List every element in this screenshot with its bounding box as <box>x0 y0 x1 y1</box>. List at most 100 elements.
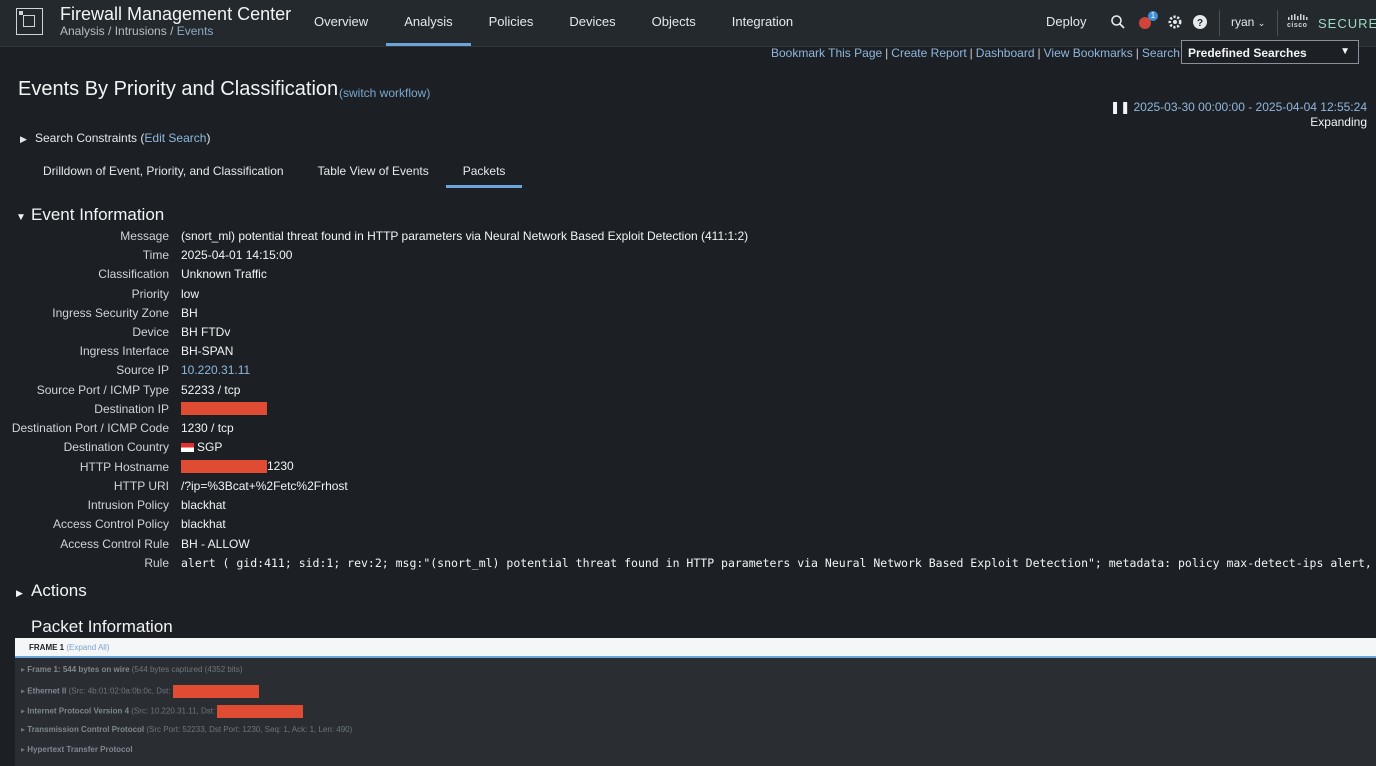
brand-secure: SECURE <box>1318 16 1376 31</box>
link-dashboard[interactable]: Dashboard <box>976 46 1035 60</box>
time-range[interactable]: ❚❚ 2025-03-30 00:00:00 - 2025-04-04 12:5… <box>1110 100 1367 129</box>
access-control-rule-value: BH - ALLOW <box>181 537 250 551</box>
breadcrumb-intrusions[interactable]: Intrusions <box>115 24 167 38</box>
packet-information-header: Packet Information <box>16 617 173 637</box>
tab-packets[interactable]: Packets <box>445 158 523 188</box>
deploy-button[interactable]: Deploy <box>1046 14 1086 29</box>
workflow-tabs: Drilldown of Event, Priority, and Classi… <box>26 158 523 188</box>
link-search[interactable]: Search <box>1142 46 1180 60</box>
intrusion-policy-value: blackhat <box>181 498 226 512</box>
row-title: Transmission Control Protocol <box>27 725 145 734</box>
source-ip-link[interactable]: 10.220.31.11 <box>181 363 250 377</box>
constraints-label: Search Constraints ( <box>35 131 145 145</box>
tab-table-view[interactable]: Table View of Events <box>301 158 446 188</box>
caret-down-icon: ▼ <box>16 212 26 223</box>
field-label: Time <box>142 248 169 262</box>
breadcrumb-events: Events <box>176 24 214 38</box>
nav-integration[interactable]: Integration <box>714 0 811 46</box>
app-title: Firewall Management Center <box>60 4 292 24</box>
redaction-block <box>217 705 304 718</box>
packet-tree-row[interactable]: ▸ Ethernet II (Src: 4b:01:02:0a:0b:0c, D… <box>21 685 259 698</box>
link-bookmark-page[interactable]: Bookmark This Page <box>771 46 882 60</box>
caret-right-icon[interactable]: ▶ <box>20 134 35 145</box>
cisco-logo-icon <box>1288 14 1308 20</box>
field-label: HTTP URI <box>113 479 169 493</box>
predefined-searches-label: Predefined Searches <box>1188 46 1307 60</box>
event-information-title: Event Information <box>31 205 165 224</box>
caret-right-icon: ▸ <box>21 706 26 716</box>
rule-value: alert ( gid:411; sid:1; rev:2; msg:"(sno… <box>181 556 1376 570</box>
search-icon[interactable] <box>1110 14 1126 30</box>
nav-devices[interactable]: Devices <box>551 0 633 46</box>
breadcrumb: Analysis / Intrusions / Events <box>60 24 214 38</box>
time-range-value[interactable]: 2025-03-30 00:00:00 - 2025-04-04 12:55:2… <box>1133 100 1367 114</box>
gear-icon[interactable] <box>1167 14 1183 30</box>
nav-overview[interactable]: Overview <box>296 0 386 46</box>
fmc-logo-icon[interactable] <box>16 8 43 35</box>
page-title: Events By Priority and Classification <box>18 78 339 100</box>
field-label: Message <box>120 229 169 243</box>
nav-objects[interactable]: Objects <box>634 0 714 46</box>
country-code: SGP <box>197 440 223 454</box>
field-label: Source IP <box>116 363 169 377</box>
packet-information-title: Packet Information <box>31 617 173 636</box>
user-menu[interactable]: ryan ⌄ <box>1231 15 1265 29</box>
row-title: Ethernet II <box>27 686 67 696</box>
event-information-header[interactable]: ▼ Event Information <box>16 205 164 225</box>
edit-search-link[interactable]: Edit Search <box>144 131 206 145</box>
singapore-flag-icon <box>181 443 194 453</box>
destination-country-value: SGP <box>181 440 222 454</box>
field-label: Access Control Rule <box>60 537 169 551</box>
field-label: Access Control Policy <box>52 517 169 531</box>
field-label: Destination IP <box>94 402 169 416</box>
field-label: Ingress Security Zone <box>52 306 169 320</box>
packet-view: FRAME 1 (Expand All) ▸ Frame 1: 544 byte… <box>15 638 1376 766</box>
http-hostname-value: 1230 <box>181 459 294 474</box>
field-label: Ingress Interface <box>79 344 169 358</box>
caret-right-icon: ▸ <box>21 725 26 734</box>
actions-header[interactable]: ▶ Actions <box>16 581 87 601</box>
svg-text:?: ? <box>1197 18 1203 29</box>
classification-value: Unknown Traffic <box>181 267 267 281</box>
redaction-block <box>181 402 267 416</box>
nav-analysis[interactable]: Analysis <box>386 0 471 46</box>
packet-tree-row[interactable]: ▸ Transmission Control Protocol (Src Por… <box>21 725 352 734</box>
row-detail: (Src: 10.220.31.11, Dst: <box>131 706 216 716</box>
destination-port-value: 1230 / tcp <box>181 421 234 435</box>
row-title: Hypertext Transfer Protocol <box>27 745 133 754</box>
access-control-policy-value: blackhat <box>181 517 226 531</box>
row-detail: (Src Port: 52233, Dst Port: 1230, Seq: 1… <box>146 725 353 734</box>
row-title: Frame 1: 544 bytes on wire <box>27 665 130 674</box>
packet-tree-row[interactable]: ▸ Internet Protocol Version 4 (Src: 10.2… <box>21 705 304 718</box>
caret-right-icon: ▸ <box>21 665 26 674</box>
field-label: Priority <box>131 287 169 301</box>
field-label: HTTP Hostname <box>79 460 169 474</box>
packet-tree-row[interactable]: ▸ Hypertext Transfer Protocol <box>21 745 133 754</box>
destination-ip-value[interactable] <box>181 401 267 416</box>
top-bar: Firewall Management Center Analysis / In… <box>0 0 1376 47</box>
divider <box>1277 10 1278 36</box>
packet-tree-row[interactable]: ▸ Frame 1: 544 bytes on wire (544 bytes … <box>21 665 242 674</box>
field-label: Destination Port / ICMP Code <box>11 421 169 435</box>
http-uri-value: /?ip=%3Bcat+%2Fetc%2Frhost <box>181 479 348 493</box>
actions-title: Actions <box>31 581 87 600</box>
row-title: Internet Protocol Version 4 <box>27 706 130 716</box>
link-create-report[interactable]: Create Report <box>891 46 966 60</box>
row-detail: (544 bytes captured (4352 bits) <box>131 665 243 674</box>
search-constraints[interactable]: ▶ Search Constraints (Edit Search) <box>20 131 210 145</box>
breadcrumb-analysis[interactable]: Analysis <box>60 24 105 38</box>
field-label: Device <box>132 325 169 339</box>
ingress-zone-value: BH <box>181 306 198 320</box>
tab-drilldown[interactable]: Drilldown of Event, Priority, and Classi… <box>26 158 301 188</box>
help-icon[interactable]: ? <box>1192 14 1208 30</box>
pause-icon[interactable]: ❚❚ <box>1110 100 1130 114</box>
notification-badge: 1 <box>1148 11 1158 21</box>
main-nav: Overview Analysis Policies Devices Objec… <box>296 0 811 46</box>
nav-policies[interactable]: Policies <box>471 0 552 46</box>
expand-all-link[interactable]: (Expand All) <box>66 643 109 652</box>
message-value: (snort_ml) potential threat found in HTT… <box>181 229 749 243</box>
predefined-searches-select[interactable]: Predefined Searches ▼ <box>1181 40 1359 64</box>
field-label: Destination Country <box>63 440 169 454</box>
link-view-bookmarks[interactable]: View Bookmarks <box>1044 46 1133 60</box>
switch-workflow-link[interactable]: (switch workflow) <box>339 86 430 100</box>
